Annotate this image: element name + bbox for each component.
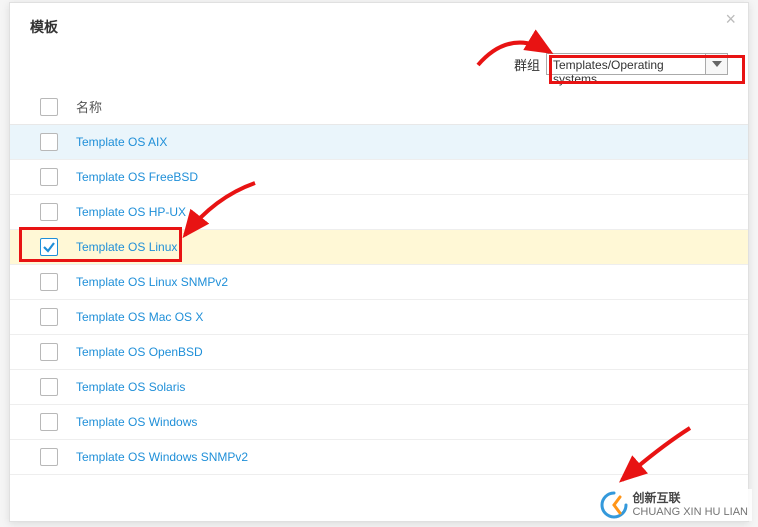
list-item[interactable]: Template OS Linux	[10, 230, 748, 265]
row-checkbox[interactable]	[40, 238, 58, 256]
template-link[interactable]: Template OS Linux	[76, 240, 177, 254]
modal-title: 模板	[10, 3, 748, 47]
list-item[interactable]: Template OS Solaris	[10, 370, 748, 405]
list-item[interactable]: Template OS Mac OS X	[10, 300, 748, 335]
template-modal: × 模板 群组 Templates/Operating systems 名称 T…	[9, 2, 749, 522]
template-link[interactable]: Template OS Linux SNMPv2	[76, 275, 228, 289]
close-icon[interactable]: ×	[725, 9, 736, 30]
watermark-text: 创新互联 CHUANG XIN HU LIAN	[632, 492, 748, 517]
row-checkbox[interactable]	[40, 133, 58, 151]
template-link[interactable]: Template OS Windows	[76, 415, 197, 429]
template-list: Template OS AIX Template OS FreeBSD Templa…	[10, 125, 748, 475]
row-checkbox[interactable]	[40, 308, 58, 326]
watermark-logo-icon	[600, 491, 628, 519]
template-link[interactable]: Template OS Windows SNMPv2	[76, 450, 248, 464]
template-link[interactable]: Template OS AIX	[76, 135, 167, 149]
group-label: 群组	[514, 55, 540, 74]
row-checkbox[interactable]	[40, 378, 58, 396]
group-filter-row: 群组 Templates/Operating systems	[10, 47, 748, 89]
watermark: 创新互联 CHUANG XIN HU LIAN	[596, 489, 752, 521]
list-item[interactable]: Template OS Windows	[10, 405, 748, 440]
column-name: 名称	[76, 97, 102, 116]
row-checkbox[interactable]	[40, 203, 58, 221]
group-select[interactable]: Templates/Operating systems	[546, 53, 706, 75]
row-checkbox[interactable]	[40, 168, 58, 186]
list-item[interactable]: Template OS HP-UX	[10, 195, 748, 230]
group-select-wrap: Templates/Operating systems	[546, 53, 728, 75]
list-item[interactable]: Template OS Windows SNMPv2	[10, 440, 748, 475]
template-link[interactable]: Template OS OpenBSD	[76, 345, 203, 359]
row-checkbox[interactable]	[40, 448, 58, 466]
template-link[interactable]: Template OS Solaris	[76, 380, 185, 394]
row-checkbox[interactable]	[40, 273, 58, 291]
list-item[interactable]: Template OS OpenBSD	[10, 335, 748, 370]
list-item[interactable]: Template OS Linux SNMPv2	[10, 265, 748, 300]
list-item[interactable]: Template OS AIX	[10, 125, 748, 160]
chevron-down-icon[interactable]	[706, 53, 728, 75]
list-item[interactable]: Template OS FreeBSD	[10, 160, 748, 195]
row-checkbox[interactable]	[40, 343, 58, 361]
select-all-checkbox[interactable]	[40, 98, 58, 116]
row-checkbox[interactable]	[40, 413, 58, 431]
list-header: 名称	[10, 89, 748, 125]
template-link[interactable]: Template OS FreeBSD	[76, 170, 198, 184]
template-link[interactable]: Template OS Mac OS X	[76, 310, 203, 324]
template-link[interactable]: Template OS HP-UX	[76, 205, 186, 219]
